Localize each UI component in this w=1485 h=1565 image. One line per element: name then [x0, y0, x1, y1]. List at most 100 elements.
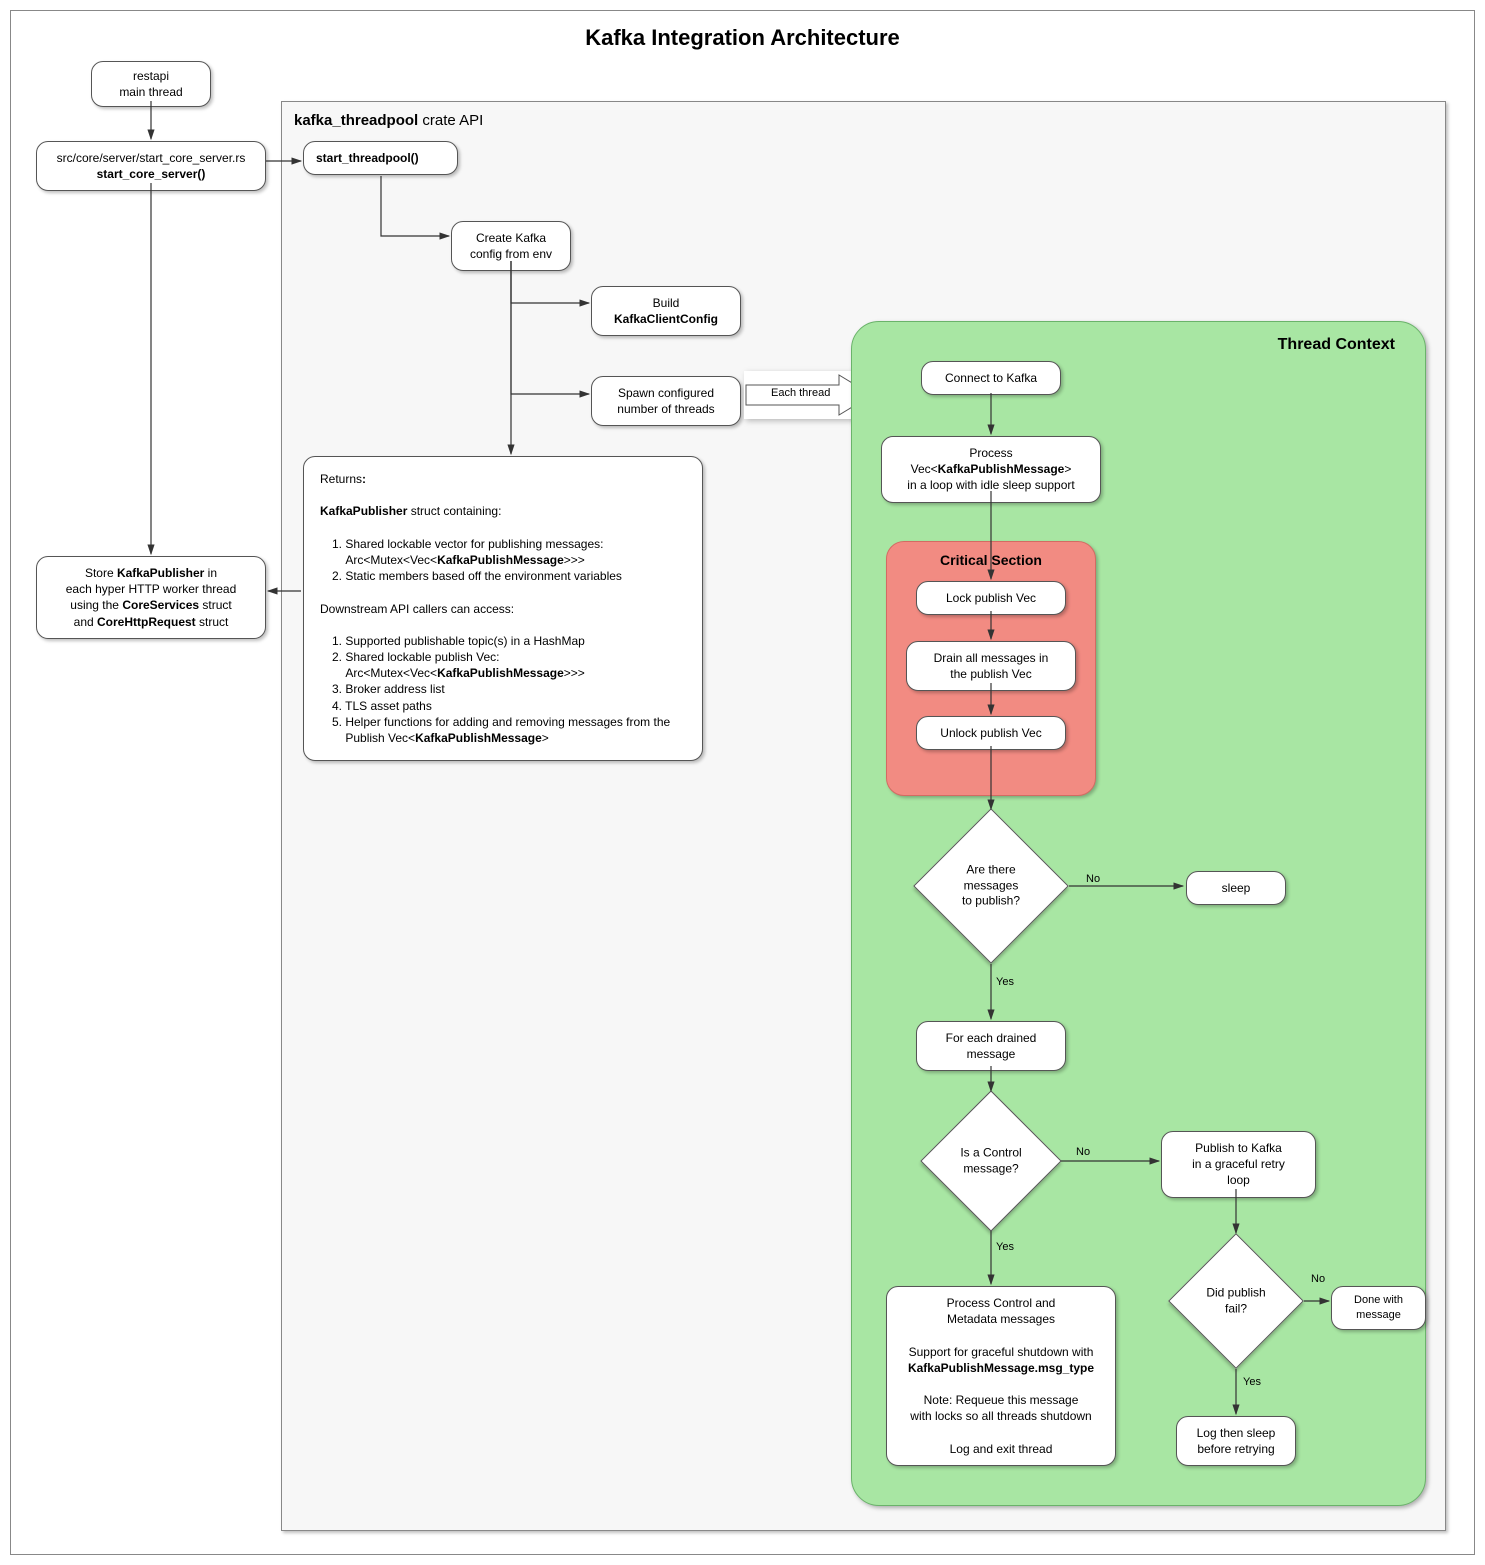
text: number of threads — [617, 402, 714, 416]
text: KafkaPublisher — [117, 566, 204, 580]
text: in a graceful retry — [1192, 1157, 1285, 1171]
node-process-control: Process Control and Metadata messages Su… — [886, 1286, 1116, 1466]
text: Metadata messages — [947, 1312, 1055, 1326]
text: Publish to Kafka — [1195, 1141, 1282, 1155]
node-unlock-vec: Unlock publish Vec — [916, 716, 1066, 750]
text: Create Kafka — [476, 231, 546, 245]
text: Note: Requeue this message — [924, 1393, 1079, 1407]
node-returns: Returns: KafkaPublisher struct containin… — [303, 456, 703, 761]
label-yes-3: Yes — [1243, 1376, 1261, 1388]
text: KafkaPublishMessage.msg_type — [908, 1361, 1094, 1375]
text: each hyper HTTP worker thread — [66, 582, 237, 596]
text: Build — [653, 296, 680, 310]
returns-list1: 1. Shared lockable vector for publishing… — [320, 536, 686, 585]
diagram-frame: Kafka Integration Architecture restapi m… — [10, 10, 1475, 1555]
text: TLS asset paths — [345, 699, 432, 713]
text: CoreHttpRequest — [97, 615, 196, 629]
text: Log then sleep — [1197, 1426, 1276, 1440]
text: the publish Vec — [950, 667, 1031, 681]
node-spawn-threads: Spawn configured number of threads — [591, 376, 741, 426]
text: Returns: — [320, 472, 366, 486]
text: Supported publishable topic(s) in a Hash… — [345, 634, 584, 648]
text: KafkaPublishMessage — [437, 553, 564, 567]
text: >>> — [564, 666, 585, 680]
text: loop — [1227, 1173, 1250, 1187]
label-no-1: No — [1086, 873, 1100, 885]
text: kafka_threadpool — [294, 112, 418, 129]
label-yes-2: Yes — [996, 1241, 1014, 1253]
text: Unlock publish Vec — [940, 726, 1041, 740]
text: message — [967, 1047, 1016, 1061]
text: in a loop with idle sleep support — [907, 478, 1074, 492]
text: Done with message — [1354, 1294, 1403, 1321]
node-lock-vec: Lock publish Vec — [916, 581, 1066, 615]
text: before retrying — [1197, 1442, 1274, 1456]
diagram-title: Kafka Integration Architecture — [11, 25, 1474, 51]
node-publish-kafka: Publish to Kafka in a graceful retry loo… — [1161, 1131, 1316, 1198]
text: Support for graceful shutdown with — [909, 1345, 1094, 1359]
node-start-threadpool: start_threadpool() — [303, 141, 458, 175]
text: sleep — [1222, 881, 1251, 895]
text: Publish Vec< — [345, 731, 415, 745]
node-restapi: restapi main thread — [91, 61, 211, 107]
text: Did publish — [1206, 1285, 1265, 1299]
critical-section-label: Critical Section — [887, 552, 1095, 568]
text: Helper functions for adding and removing… — [345, 715, 670, 729]
text: Connect to Kafka — [945, 371, 1037, 385]
node-create-kafka-config: Create Kafka config from env — [451, 221, 571, 271]
text: Process — [969, 446, 1012, 460]
text: Store — [85, 566, 117, 580]
text: Arc<Mutex<Vec< — [345, 553, 437, 567]
node-start-core-server: src/core/server/start_core_server.rs sta… — [36, 141, 266, 191]
node-connect-kafka: Connect to Kafka — [921, 361, 1061, 395]
text: Vec< — [911, 462, 938, 476]
text: struct — [199, 598, 232, 612]
text: Shared lockable vector for publishing me… — [345, 537, 603, 551]
text: > — [542, 731, 549, 745]
text: Downstream API callers can access: — [320, 602, 514, 616]
text: struct containing: — [407, 504, 501, 518]
text: KafkaPublisher — [320, 504, 407, 518]
text: KafkaPublishMessage — [415, 731, 542, 745]
text: Drain all messages in — [934, 651, 1049, 665]
node-drain-vec: Drain all messages in the publish Vec — [906, 641, 1076, 691]
label-no-2: No — [1076, 1146, 1090, 1158]
text: config from env — [470, 247, 552, 261]
text: restapi — [133, 69, 169, 83]
text: Spawn configured — [618, 386, 714, 400]
text: Shared lockable publish Vec: — [345, 650, 499, 664]
text: Broker address list — [345, 682, 444, 696]
node-build-kafkaclientconfig: Build KafkaClientConfig — [591, 286, 741, 336]
text: Arc<Mutex<Vec< — [345, 666, 437, 680]
each-thread-label: Each thread — [771, 387, 830, 399]
text: Are there — [966, 863, 1015, 877]
text: start_core_server() — [97, 167, 206, 181]
text: to publish? — [962, 894, 1020, 908]
text: using the — [70, 598, 122, 612]
text: >>> — [564, 553, 585, 567]
label-yes-1: Yes — [996, 976, 1014, 988]
node-process-loop: Process Vec<KafkaPublishMessage> in a lo… — [881, 436, 1101, 503]
node-sleep: sleep — [1186, 871, 1286, 905]
text: with locks so all threads shutdown — [910, 1409, 1091, 1423]
text: KafkaPublishMessage — [437, 666, 564, 680]
node-store-publisher: Store KafkaPublisher in each hyper HTTP … — [36, 556, 266, 639]
text: crate API — [418, 112, 483, 129]
text: Static members based off the environment… — [345, 569, 622, 583]
text: For each drained — [946, 1031, 1037, 1045]
returns-list2: 1. Supported publishable topic(s) in a H… — [320, 633, 686, 746]
text: Lock publish Vec — [946, 591, 1036, 605]
text: Is a Control — [960, 1145, 1021, 1159]
text: message? — [963, 1161, 1018, 1175]
node-for-each-drained: For each drained message — [916, 1021, 1066, 1071]
text: messages — [964, 878, 1019, 892]
label-no-3: No — [1311, 1273, 1325, 1285]
text: Log and exit thread — [950, 1442, 1053, 1456]
text: main thread — [119, 85, 182, 99]
text: fail? — [1225, 1301, 1247, 1315]
text: KafkaClientConfig — [614, 312, 718, 326]
node-log-retry: Log then sleep before retrying — [1176, 1416, 1296, 1466]
text: and — [74, 615, 97, 629]
text: in — [204, 566, 217, 580]
text: > — [1064, 462, 1071, 476]
